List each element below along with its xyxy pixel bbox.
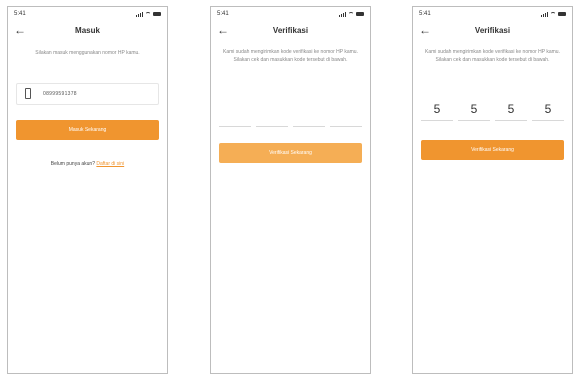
signup-prompt-text: Belum punya akun? xyxy=(50,161,95,167)
otp-input-group xyxy=(219,105,362,127)
login-description: Silakan masuk menggunakan nomor HP kamu. xyxy=(35,50,140,56)
wifi-icon xyxy=(145,11,151,17)
page-title: Masuk xyxy=(75,26,100,35)
status-bar: 5:41 xyxy=(217,11,364,21)
status-time: 5:41 xyxy=(14,11,26,17)
verify-button[interactable]: Verifikasi Sekarang xyxy=(421,140,564,160)
otp-input-group: 5 5 5 5 xyxy=(421,99,564,121)
page-title: Verifikasi xyxy=(272,26,309,35)
battery-icon xyxy=(153,12,161,16)
phone-icon xyxy=(25,88,31,99)
login-button[interactable]: Masuk Sekarang xyxy=(16,120,159,140)
page-title: Verifikasi xyxy=(474,26,511,35)
signup-prompt: Belum punya akun? Daftar di sini xyxy=(8,161,167,167)
otp-digit-1[interactable] xyxy=(219,105,251,127)
status-bar: 5:41 xyxy=(419,11,566,21)
signup-link[interactable]: Daftar di sini xyxy=(96,161,124,167)
otp-digit-2[interactable] xyxy=(256,105,288,127)
wifi-icon xyxy=(550,11,556,17)
status-time: 5:41 xyxy=(419,11,431,17)
otp-digit-2[interactable]: 5 xyxy=(458,99,490,121)
signal-icon xyxy=(136,11,143,17)
wifi-icon xyxy=(348,11,354,17)
verification-screen-empty: 5:41 ← Verifikasi Kami sudah mengirimkan… xyxy=(210,6,371,374)
verification-screen-filled: 5:41 ← Verifikasi Kami sudah mengirimkan… xyxy=(412,6,573,374)
verification-description: Kami sudah mengirimkan kode verifikasi k… xyxy=(223,49,358,63)
otp-digit-1[interactable]: 5 xyxy=(421,99,453,121)
otp-digit-3[interactable]: 5 xyxy=(495,99,527,121)
phone-number-input[interactable]: 08999591378 xyxy=(16,83,159,105)
status-time: 5:41 xyxy=(217,11,229,17)
verification-description: Kami sudah mengirimkan kode verifikasi k… xyxy=(425,49,560,63)
otp-digit-4[interactable] xyxy=(330,105,362,127)
verify-button[interactable]: Verifikasi Sekarang xyxy=(219,143,362,163)
otp-digit-4[interactable]: 5 xyxy=(532,99,564,121)
login-screen: 5:41 ← Masuk Silakan masuk menggunakan n… xyxy=(7,6,168,374)
status-bar: 5:41 xyxy=(14,11,161,21)
battery-icon xyxy=(558,12,566,16)
signal-icon xyxy=(339,11,346,17)
otp-digit-3[interactable] xyxy=(293,105,325,127)
battery-icon xyxy=(356,12,364,16)
signal-icon xyxy=(541,11,548,17)
phone-number-value: 08999591378 xyxy=(43,91,77,97)
